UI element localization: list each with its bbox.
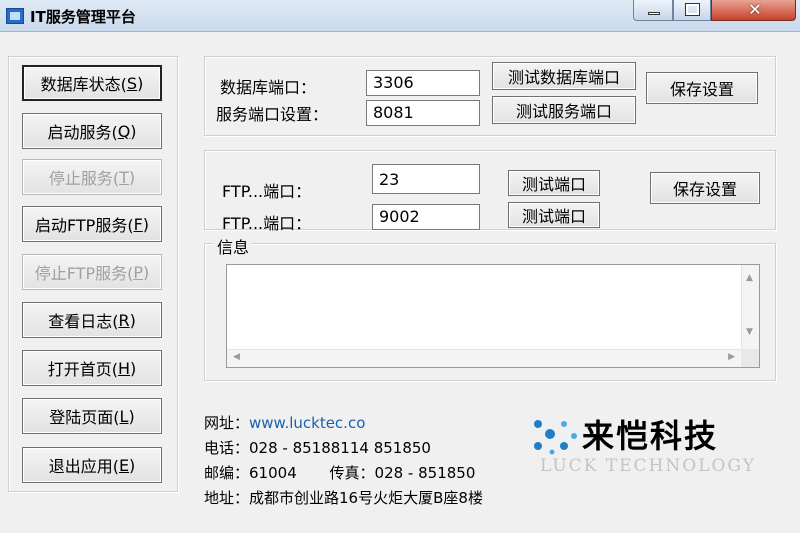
ftp-port-1-label: FTP...端口： <box>222 182 312 201</box>
company-logo: 来恺科技 LUCK TECHNOLOGY <box>530 414 780 480</box>
db-port-input[interactable]: 3306 <box>366 70 480 96</box>
logo-name-en: LUCK TECHNOLOGY <box>540 456 756 476</box>
ftp-save-settings-button[interactable]: 保存设置 <box>650 172 760 204</box>
minimize-icon <box>648 12 660 15</box>
phone-label: 电话： <box>204 439 250 457</box>
service-port-input[interactable]: 8081 <box>366 100 480 126</box>
scroll-up-icon[interactable]: ▲ <box>746 273 753 283</box>
website-link[interactable]: www.lucktec.co <box>249 414 365 432</box>
website-line: 网址：www.lucktec.co <box>204 412 365 433</box>
ftp-test-port-button-2[interactable]: 测试端口 <box>508 202 600 228</box>
minimize-button[interactable] <box>633 0 673 21</box>
fax-value: 028 - 851850 <box>374 464 476 482</box>
info-textarea[interactable]: ▲ ▼ ◀ ▶ <box>226 264 760 368</box>
scroll-right-icon[interactable]: ▶ <box>728 352 735 362</box>
logo-name-cn: 来恺科技 <box>582 417 719 455</box>
test-db-port-button[interactable]: 测试数据库端口 <box>492 62 636 90</box>
info-group-title: 信息 <box>214 234 253 258</box>
address-value: 成都市创业路16号火炬大厦B座8楼 <box>249 489 483 507</box>
vertical-scrollbar[interactable]: ▲ ▼ <box>741 265 759 349</box>
window-title: IT服务管理平台 <box>30 8 136 26</box>
view-log-button[interactable]: 查看日志(R) <box>22 302 162 338</box>
exit-app-button[interactable]: 退出应用(E) <box>22 447 162 483</box>
scroll-down-icon[interactable]: ▼ <box>746 327 753 337</box>
ftp-port-2-label: FTP...端口： <box>222 214 312 233</box>
login-page-button[interactable]: 登陆页面(L) <box>22 398 162 434</box>
db-save-settings-button[interactable]: 保存设置 <box>646 72 758 104</box>
maximize-icon <box>685 3 700 16</box>
address-label: 地址： <box>204 489 250 507</box>
close-button[interactable]: ✕ <box>711 0 796 21</box>
scrollbar-corner <box>741 349 759 367</box>
logo-mark-icon <box>534 420 577 455</box>
start-ftp-service-button[interactable]: 启动FTP服务(F) <box>22 206 162 242</box>
phone-line: 电话：028 - 85188114 851850 <box>204 437 431 458</box>
app-icon <box>6 8 24 24</box>
maximize-button[interactable] <box>673 0 711 21</box>
test-service-port-button[interactable]: 测试服务端口 <box>492 96 636 124</box>
scroll-left-icon[interactable]: ◀ <box>233 352 240 362</box>
db-status-button[interactable]: 数据库状态(S) <box>22 65 162 101</box>
phone-value: 028 - 85188114 851850 <box>249 439 431 457</box>
fax-label: 传真： <box>329 464 375 482</box>
website-label: 网址： <box>204 414 250 432</box>
stop-service-button[interactable]: 停止服务(T) <box>22 159 162 195</box>
db-port-label: 数据库端口： <box>220 78 317 97</box>
ftp-test-port-button-1[interactable]: 测试端口 <box>508 170 600 196</box>
postcode-line: 邮编：61004 传真：028 - 851850 <box>204 462 475 483</box>
service-port-label: 服务端口设置： <box>216 105 329 124</box>
ftp-port-2-input[interactable]: 9002 <box>372 204 480 230</box>
title-bar[interactable]: IT服务管理平台 ✕ <box>0 0 800 32</box>
start-service-button[interactable]: 启动服务(Q) <box>22 113 162 149</box>
horizontal-scrollbar[interactable]: ◀ ▶ <box>227 349 741 367</box>
postcode-label: 邮编： <box>204 464 250 482</box>
open-homepage-button[interactable]: 打开首页(H) <box>22 350 162 386</box>
postcode-value: 61004 <box>249 464 297 482</box>
address-line: 地址：成都市创业路16号火炬大厦B座8楼 <box>204 487 483 508</box>
stop-ftp-service-button[interactable]: 停止FTP服务(P) <box>22 254 162 290</box>
ftp-port-1-input[interactable]: 23 <box>372 164 480 194</box>
close-icon: ✕ <box>748 0 762 19</box>
